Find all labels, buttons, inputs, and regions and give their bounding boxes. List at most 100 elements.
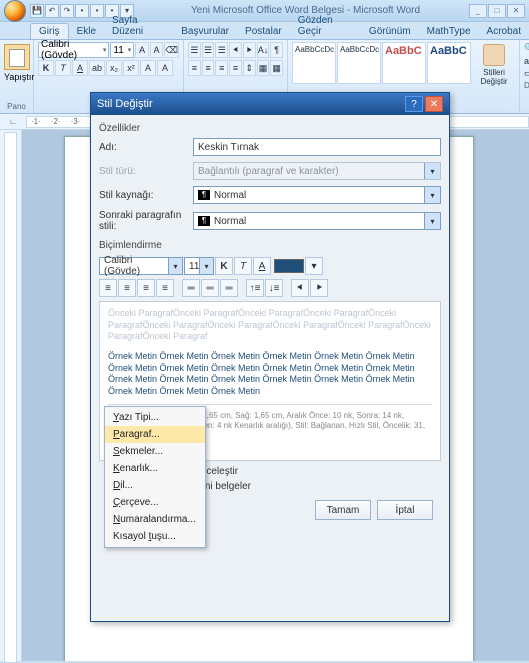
format-size-select[interactable]: 11▾ xyxy=(184,257,214,275)
tab-selector[interactable]: ∟ xyxy=(0,117,26,126)
qat-icon[interactable]: • xyxy=(75,4,89,18)
replace-button[interactable]: abDeğiştir xyxy=(524,56,529,66)
style-item[interactable]: AaBbCcDc xyxy=(337,42,381,84)
clear-formatting-icon[interactable]: ⌫ xyxy=(164,42,179,58)
tab-home[interactable]: Giriş xyxy=(30,23,69,39)
menu-border[interactable]: Kenarlık... xyxy=(105,460,205,477)
format-color-well[interactable] xyxy=(274,259,304,273)
numbering-button[interactable]: ☰ xyxy=(202,42,215,58)
minimize-button[interactable]: _ xyxy=(469,4,487,18)
strike-button[interactable]: ab xyxy=(89,60,105,76)
replace-icon: ab xyxy=(524,56,529,66)
shading-button[interactable]: ▦ xyxy=(257,60,270,76)
menu-font[interactable]: YYazı Tipi...azı Tipi... xyxy=(105,409,205,426)
style-item[interactable]: AaBbC xyxy=(382,42,426,84)
maximize-button[interactable]: □ xyxy=(488,4,506,18)
help-button[interactable]: ? xyxy=(405,96,423,112)
tab-review[interactable]: Gözden Geçir xyxy=(290,13,361,39)
redo-icon[interactable]: ↷ xyxy=(60,4,74,18)
save-icon[interactable]: 💾 xyxy=(30,4,44,18)
line-spacing-button[interactable]: ⇕ xyxy=(243,60,256,76)
align-center-button[interactable]: ≡ xyxy=(202,60,215,76)
italic-button[interactable]: T xyxy=(55,60,71,76)
menu-language[interactable]: Dil... xyxy=(105,477,205,494)
spacing-1-button[interactable]: ═ xyxy=(182,279,200,297)
superscript-button[interactable]: x² xyxy=(123,60,139,76)
alignment-toolbar: ≡ ≡ ≡ ≡ ═ ═ ═ ↑≡ ↓≡ ⯇ ⯈ xyxy=(99,279,441,297)
cancel-button[interactable]: İptal xyxy=(377,500,433,520)
format-underline-button[interactable]: A xyxy=(253,257,271,275)
find-button[interactable]: 🔍Bul xyxy=(524,43,529,54)
sort-button[interactable]: A↓ xyxy=(257,42,270,58)
align-center-button[interactable]: ≡ xyxy=(118,279,136,297)
close-button[interactable]: ✕ xyxy=(507,4,525,18)
format-bold-button[interactable]: K xyxy=(215,257,233,275)
subscript-button[interactable]: x₂ xyxy=(106,60,122,76)
vertical-ruler[interactable] xyxy=(0,130,22,661)
menu-paragraph[interactable]: Paragraf... xyxy=(105,426,205,443)
tab-acrobat[interactable]: Acrobat xyxy=(479,24,529,39)
spacing-15-button[interactable]: ═ xyxy=(201,279,219,297)
paste-icon[interactable] xyxy=(4,44,30,70)
close-button[interactable]: ✕ xyxy=(425,96,443,112)
menu-numbering[interactable]: Numaralandırma... xyxy=(105,511,205,528)
outdent-button[interactable]: ⯇ xyxy=(229,42,242,58)
bold-button[interactable]: K xyxy=(38,60,54,76)
align-right-button[interactable]: ≡ xyxy=(137,279,155,297)
style-item[interactable]: AaBbC xyxy=(427,42,471,84)
font-color-button[interactable]: A xyxy=(157,60,173,76)
indent-button[interactable]: ⯈ xyxy=(310,279,328,297)
ok-button[interactable]: Tamam xyxy=(315,500,371,520)
next-style-value: Normal xyxy=(214,216,246,227)
based-on-value: Normal xyxy=(214,190,246,201)
borders-button[interactable]: ▦ xyxy=(270,60,283,76)
editing-group-label: Düzenleme xyxy=(524,81,529,90)
grow-font-icon[interactable]: A xyxy=(135,42,148,58)
tab-page-layout[interactable]: Sayfa Düzeni xyxy=(104,13,173,39)
outdent-button[interactable]: ⯇ xyxy=(291,279,309,297)
office-button[interactable] xyxy=(4,0,26,22)
justify-button[interactable]: ≡ xyxy=(229,60,242,76)
indent-button[interactable]: ⯈ xyxy=(243,42,256,58)
font-name-select[interactable]: Calibri (Gövde)▾ xyxy=(38,42,109,58)
tab-insert[interactable]: Ekle xyxy=(69,24,104,39)
tab-mailings[interactable]: Postalar xyxy=(237,24,290,39)
style-item[interactable]: AaBbCcDc xyxy=(292,42,336,84)
dialog-titlebar[interactable]: Stil Değiştir ? ✕ xyxy=(91,93,449,115)
format-italic-button[interactable]: T xyxy=(234,257,252,275)
spacing-2-button[interactable]: ═ xyxy=(220,279,238,297)
paste-label[interactable]: Yapıştır xyxy=(4,72,29,82)
align-left-button[interactable]: ≡ xyxy=(99,279,117,297)
chevron-down-icon: ▾ xyxy=(168,258,182,274)
multilevel-button[interactable]: ☰ xyxy=(215,42,228,58)
change-styles-button[interactable]: Stilleri Değiştir xyxy=(473,42,515,86)
next-style-select[interactable]: Normal▾ xyxy=(193,212,441,230)
select-button[interactable]: ▭Seç xyxy=(524,68,529,79)
font-size-select[interactable]: 11▾ xyxy=(110,42,134,58)
show-marks-button[interactable]: ¶ xyxy=(270,42,283,58)
name-value: Keskin Tırnak xyxy=(198,142,259,153)
name-input[interactable]: Keskin Tırnak xyxy=(193,138,441,156)
underline-button[interactable]: A xyxy=(72,60,88,76)
align-right-button[interactable]: ≡ xyxy=(215,60,228,76)
styles-gallery[interactable]: AaBbCcDc AaBbCcDc AaBbC AaBbC xyxy=(292,42,471,86)
menu-shortcut[interactable]: Kısayol tuşu... xyxy=(105,528,205,545)
menu-tabs[interactable]: Sekmeler... xyxy=(105,443,205,460)
format-color-dropdown[interactable]: ▾ xyxy=(305,257,323,275)
based-on-select[interactable]: Normal▾ xyxy=(193,186,441,204)
qat-icon[interactable]: • xyxy=(90,4,104,18)
tab-mathtype[interactable]: MathType xyxy=(419,24,479,39)
format-font-select[interactable]: Calibri (Gövde)▾ xyxy=(99,257,183,275)
menu-frame[interactable]: Çerçeve... xyxy=(105,494,205,511)
tab-references[interactable]: Başvurular xyxy=(173,24,237,39)
space-before-button[interactable]: ↑≡ xyxy=(246,279,264,297)
tab-view[interactable]: Görünüm xyxy=(361,24,419,39)
highlight-button[interactable]: A xyxy=(140,60,156,76)
change-styles-label: Stilleri Değiştir xyxy=(480,68,507,86)
bullets-button[interactable]: ☰ xyxy=(188,42,201,58)
justify-button[interactable]: ≡ xyxy=(156,279,174,297)
align-left-button[interactable]: ≡ xyxy=(188,60,201,76)
space-after-button[interactable]: ↓≡ xyxy=(265,279,283,297)
shrink-font-icon[interactable]: A xyxy=(150,42,163,58)
undo-icon[interactable]: ↶ xyxy=(45,4,59,18)
